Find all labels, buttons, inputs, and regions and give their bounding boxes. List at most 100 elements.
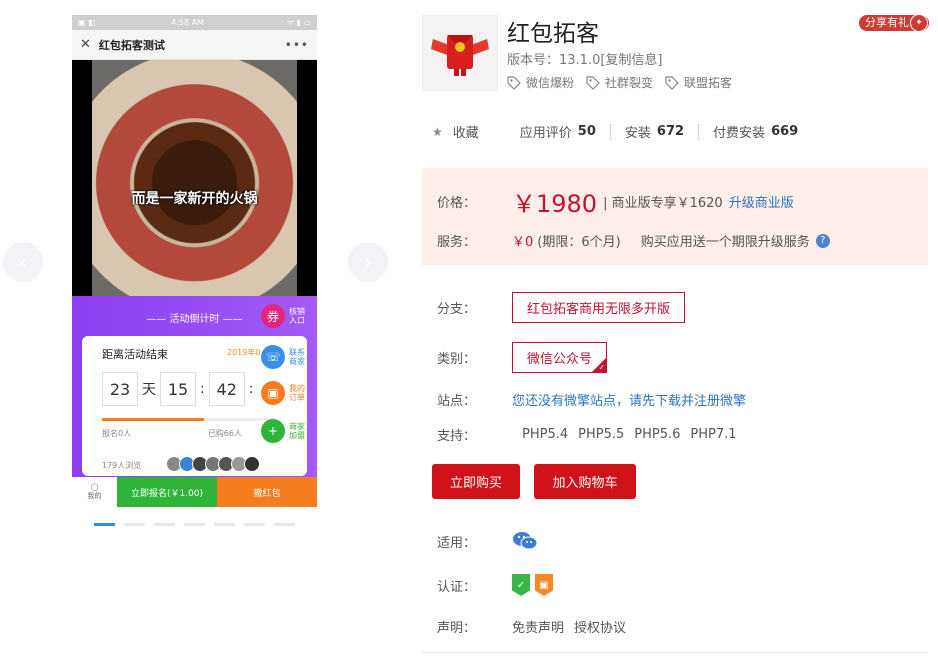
app-detail: 红包拓客 版本号：13.1.0[复制信息] 微信爆粉 社群裂变 联盟拓客 分享有礼 … [422,0,932,668]
install-label: 安装 [624,126,651,141]
register-site-link[interactable]: 您还没有微擎站点，请先下载并注册微擎 [512,390,746,409]
divider [499,124,500,140]
days-box: 23 [102,372,138,406]
app-tag[interactable]: 联盟拓客 [665,74,732,91]
service-period: (期限：6个月) [537,235,621,250]
status-icons-right: ◦ ᯤ ▮ ▭ [279,18,311,27]
price-value: ￥1980 [512,190,598,218]
disclaimer-link[interactable]: 免责声明 [512,617,564,636]
signup-count: 报名0人 [102,429,132,438]
phone-status-bar: ▣ ◧ 4:58 AM ◦ ᯤ ▮ ▭ [72,15,317,30]
upgrade-business-link[interactable]: 升级商业版 [729,192,794,211]
rating-label: 应用评价 [519,126,572,141]
viewer-avatars [166,456,260,472]
buy-now-button[interactable]: 立即购买 [432,464,520,499]
add-to-cart-button[interactable]: 加入购物车 [534,464,636,499]
app-tag-label: 微信爆粉 [526,76,575,90]
sales-progress-fill [102,418,204,421]
verify-entry-button: 券 核销 入口 [261,301,313,331]
verified-badge-icon: ✓ [512,574,530,596]
gallery-dot[interactable] [94,523,115,526]
tag-icon [507,75,521,90]
paid-install-label: 付费安装 [713,126,766,141]
screenshot-gallery: ‹ › ▣ ◧ 4:58 AM ◦ ᯤ ▮ ▭ ✕ 红包拓客测试 ••• 而是一… [0,0,400,668]
contact-merchant-button: ☏ 联系 商家 [261,342,313,372]
category-option[interactable]: 微信公众号 ✓ [512,342,608,373]
promo-section: —— 活动倒计时 —— 券 核销 入口 距离活动结束 2019年0 23 天 15… [72,296,317,478]
gallery-dot[interactable] [154,523,175,526]
tag-icon [665,75,679,90]
chevron-right-icon: › [364,250,372,274]
chevron-left-icon: ‹ [19,250,27,274]
category-option-label: 微信公众号 [527,352,593,367]
phone-bottom-bar: ◯ 我的 立即报名(￥1.00) 撒红包 [72,477,317,507]
help-icon[interactable]: ? [815,233,830,248]
tag-icon [586,75,600,90]
app-tag[interactable]: 微信爆粉 [507,74,574,91]
gallery-dot[interactable] [274,523,295,526]
plus-icon: + [261,419,285,443]
view-count: 179人浏览 [102,461,142,470]
gallery-dot[interactable] [214,523,235,526]
join-label: 商家 加盟 [289,422,305,440]
hotpot-video: 而是一家新开的火锅 [72,60,317,296]
check-icon: ✓ [598,363,606,372]
colon-2: : [248,381,254,397]
category-row: 类别： 微信公众号 ✓ [437,342,608,373]
phone-screenshot: ▣ ◧ 4:58 AM ◦ ᯤ ▮ ▭ ✕ 红包拓客测试 ••• 而是一家新开的… [72,15,317,507]
verify-icon: 券 [261,304,285,328]
favorite-button[interactable]: ★ 收藏 [432,122,479,142]
gallery-dot[interactable] [124,523,145,526]
gift-icon: ✦ [910,14,928,32]
verify-label: 核销 入口 [289,307,305,325]
divider [609,123,611,140]
statement-label: 声明： [437,621,477,636]
bought-count: 已购66人 [207,429,242,438]
orders-icon: ▣ [261,381,285,405]
php-version: PHP5.6 [634,427,681,442]
gallery-dots [94,523,304,526]
price-label: 价格： [437,196,477,211]
app-tag[interactable]: 社群裂变 [586,74,653,91]
card-stats: 报名0人 已购66人 [102,428,272,439]
hotpot-image [92,60,297,296]
gallery-prev-button[interactable]: ‹ [3,242,43,282]
my-orders-button: ▣ 我的 订单 [261,378,313,408]
end-label: 距离活动结束 [102,348,168,361]
close-icon: ✕ [80,37,91,52]
gallery-dot[interactable] [184,523,205,526]
countdown-timer: 23 天 15 : 42 : [102,372,257,406]
minutes-box: 42 [208,372,245,406]
category-label: 类别： [437,352,477,367]
days-unit: 天 [142,382,156,398]
business-price: | 商业版专享￥1620 [603,196,723,211]
branch-option[interactable]: 红包拓客商用无限多开版 [512,292,686,323]
app-logo [422,15,498,91]
rating-value: 50 [577,124,596,139]
orders-label: 我的 订单 [289,384,305,402]
divider [698,123,700,140]
applicable-row: 适用： [437,531,538,551]
install-value: 672 [656,124,685,139]
contact-label: 联系 商家 [289,348,305,366]
star-icon: ★ [432,124,443,139]
license-link[interactable]: 授权协议 [574,617,626,636]
security-badge-icon: ▣ [535,574,553,596]
app-title: 红包拓客 [507,21,599,47]
paid-install-value: 669 [771,124,799,139]
version-info[interactable]: 版本号：13.1.0[复制信息] [507,49,663,68]
gallery-next-button[interactable]: › [348,242,388,282]
my-tab-label: 我的 [87,492,102,500]
app-tag-label: 社群裂变 [605,76,654,90]
stats-row: ★ 收藏 应用评价 50 安装 672 付费安装 669 [432,122,798,141]
colon-1: : [200,381,205,397]
my-tab: ◯ 我的 [72,477,117,507]
service-note: 购买应用送一个期限升级服务 [640,235,810,250]
install-stat: 安装 672 [625,122,684,141]
redpacket-button: 撒红包 [217,477,317,507]
status-time: 4:58 AM [171,18,204,27]
gallery-dot[interactable] [244,523,265,526]
php-version: PHP7.1 [690,427,737,442]
branch-label: 分支： [437,302,477,317]
phone-title: 红包拓客测试 [98,38,165,52]
